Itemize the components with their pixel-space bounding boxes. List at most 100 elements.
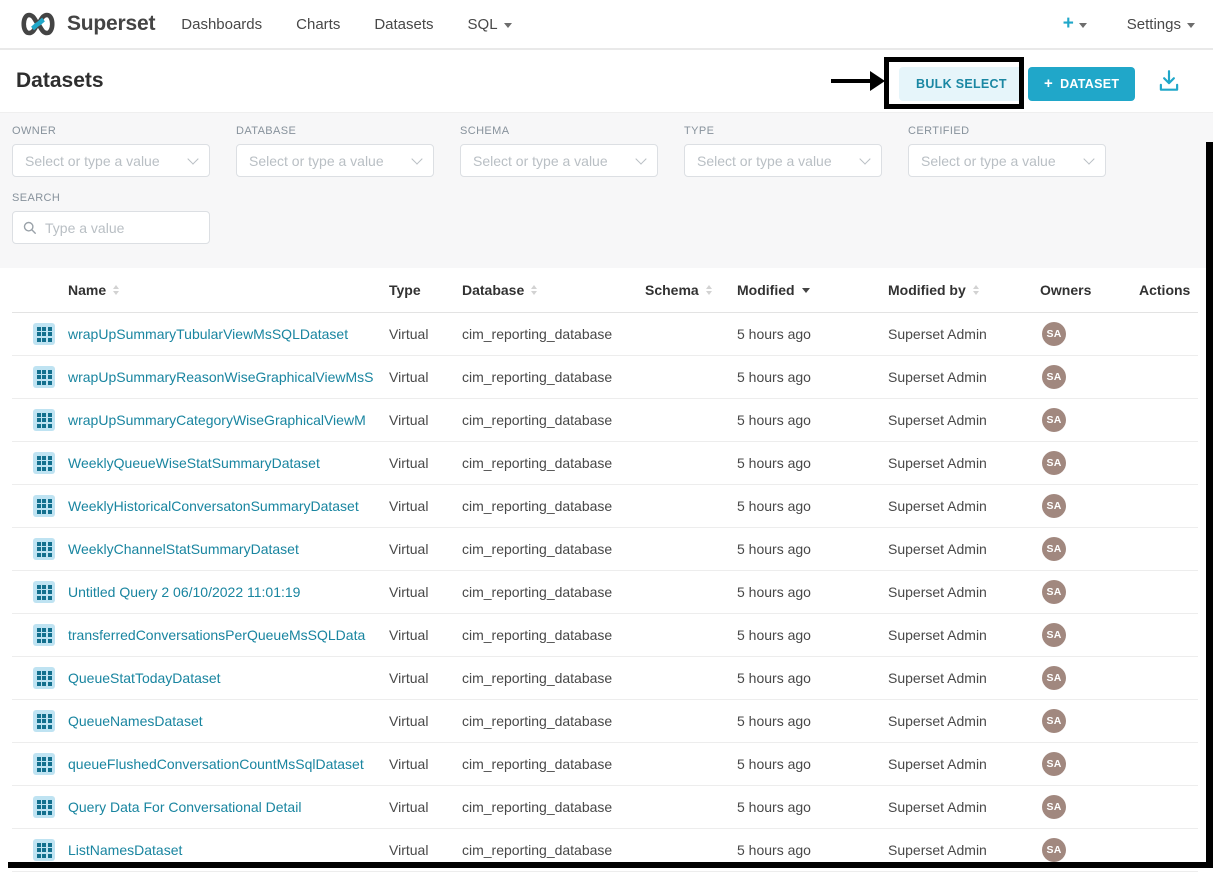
select-placeholder: Select or type a value: [473, 153, 608, 169]
dataset-name-link[interactable]: WeeklyHistoricalConversatonSummaryDatase…: [68, 498, 359, 514]
nav-item-charts[interactable]: Charts: [296, 16, 340, 33]
settings-menu[interactable]: Settings: [1127, 16, 1195, 33]
dataset-type-cell-icon: [12, 581, 68, 603]
top-navbar: Superset Dashboards Charts Datasets SQL …: [0, 0, 1213, 50]
dataset-name-cell: WeeklyChannelStatSummaryDataset: [68, 541, 389, 557]
dataset-database-cell: cim_reporting_database: [462, 799, 645, 815]
virtual-dataset-icon: [33, 753, 55, 775]
dataset-name-link[interactable]: ListNamesDataset: [68, 842, 182, 858]
filter-select[interactable]: Select or type a value: [236, 144, 434, 177]
column-header-name[interactable]: Name: [68, 282, 389, 298]
owner-avatar: SA: [1042, 838, 1066, 862]
nav-item-sql[interactable]: SQL: [468, 16, 512, 33]
dataset-owners-cell: SA: [1040, 408, 1139, 432]
filter-label: TYPE: [684, 125, 882, 137]
search-input[interactable]: [43, 219, 193, 237]
chevron-down-icon: [411, 153, 422, 164]
dataset-name-cell: wrapUpSummaryReasonWiseGraphicalViewMsS: [68, 369, 389, 385]
dataset-name-link[interactable]: WeeklyChannelStatSummaryDataset: [68, 541, 299, 557]
dataset-name-link[interactable]: Query Data For Conversational Detail: [68, 799, 301, 815]
dataset-owners-cell: SA: [1040, 365, 1139, 389]
dataset-type-cell-icon: [12, 796, 68, 818]
column-header-schema[interactable]: Schema: [645, 282, 737, 298]
dataset-modified-by-cell: Superset Admin: [888, 326, 1040, 342]
nav-item-datasets[interactable]: Datasets: [374, 16, 433, 33]
dataset-modified-cell: 5 hours ago: [737, 369, 888, 385]
filter-row: OWNER Select or type a value DATABASE Se…: [12, 125, 1201, 177]
filter-owner: OWNER Select or type a value: [12, 125, 210, 177]
filter-select[interactable]: Select or type a value: [684, 144, 882, 177]
dataset-type-cell-icon: [12, 624, 68, 646]
column-header-owners: Owners: [1040, 282, 1139, 298]
chevron-down-icon: [1187, 23, 1195, 28]
column-header-modified-by[interactable]: Modified by: [888, 282, 1040, 298]
dataset-modified-cell: 5 hours ago: [737, 627, 888, 643]
nav-right: + Settings: [1063, 13, 1195, 35]
filter-database: DATABASE Select or type a value: [236, 125, 434, 177]
dataset-type-cell: Virtual: [389, 713, 462, 729]
chevron-down-icon: [859, 153, 870, 164]
owner-avatar: SA: [1042, 451, 1066, 475]
dataset-database-cell: cim_reporting_database: [462, 713, 645, 729]
add-dataset-button[interactable]: + DATASET: [1028, 67, 1135, 101]
bulk-select-button[interactable]: BULK SELECT: [899, 67, 1024, 101]
dataset-name-cell: wrapUpSummaryTubularViewMsSQLDataset: [68, 326, 389, 342]
dataset-modified-by-cell: Superset Admin: [888, 412, 1040, 428]
dataset-modified-by-cell: Superset Admin: [888, 455, 1040, 471]
dataset-name-link[interactable]: QueueNamesDataset: [68, 713, 203, 729]
column-header-actions: Actions: [1139, 282, 1198, 298]
owner-avatar: SA: [1042, 623, 1066, 647]
search-box: [12, 211, 210, 244]
filter-select[interactable]: Select or type a value: [12, 144, 210, 177]
filter-label: OWNER: [12, 125, 210, 137]
sort-icon: [802, 288, 810, 293]
nav-item-dashboards[interactable]: Dashboards: [181, 16, 262, 33]
filter-label: SCHEMA: [460, 125, 658, 137]
dataset-type-cell: Virtual: [389, 584, 462, 600]
column-header-modified[interactable]: Modified: [737, 282, 888, 298]
virtual-dataset-icon: [33, 452, 55, 474]
chevron-down-icon: [635, 153, 646, 164]
filter-select[interactable]: Select or type a value: [908, 144, 1106, 177]
dataset-name-link[interactable]: wrapUpSummaryTubularViewMsSQLDataset: [68, 326, 348, 342]
dataset-owners-cell: SA: [1040, 580, 1139, 604]
dataset-type-cell-icon: [12, 839, 68, 861]
dataset-type-cell-icon: [12, 710, 68, 732]
export-datasets-button[interactable]: [1156, 68, 1182, 97]
dataset-modified-cell: 5 hours ago: [737, 498, 888, 514]
owner-avatar: SA: [1042, 752, 1066, 776]
screenshot-bottom-edge-bar: [8, 862, 1213, 868]
dataset-type-cell-icon: [12, 323, 68, 345]
dataset-name-link[interactable]: wrapUpSummaryCategoryWiseGraphicalViewM: [68, 412, 366, 428]
filter-select[interactable]: Select or type a value: [460, 144, 658, 177]
dataset-owners-cell: SA: [1040, 709, 1139, 733]
sort-icon: [706, 285, 712, 295]
chevron-down-icon: [504, 23, 512, 28]
dataset-modified-by-cell: Superset Admin: [888, 713, 1040, 729]
dataset-name-link[interactable]: WeeklyQueueWiseStatSummaryDataset: [68, 455, 320, 471]
dataset-database-cell: cim_reporting_database: [462, 627, 645, 643]
dataset-name-link[interactable]: Untitled Query 2 06/10/2022 11:01:19: [68, 584, 300, 600]
dataset-modified-by-cell: Superset Admin: [888, 842, 1040, 858]
dataset-name-link[interactable]: QueueStatTodayDataset: [68, 670, 221, 686]
column-header-database[interactable]: Database: [462, 282, 645, 298]
owner-avatar: SA: [1042, 537, 1066, 561]
column-header-type: Type: [389, 282, 462, 298]
table-row: QueueStatTodayDataset Virtual cim_report…: [12, 657, 1198, 700]
brand-name: Superset: [67, 12, 155, 36]
dataset-owners-cell: SA: [1040, 752, 1139, 776]
dataset-type-cell: Virtual: [389, 799, 462, 815]
dataset-name-cell: QueueStatTodayDataset: [68, 670, 389, 686]
new-item-button[interactable]: +: [1063, 13, 1087, 35]
dataset-name-link[interactable]: queueFlushedConversationCountMsSqlDatase…: [68, 756, 364, 772]
dataset-name-link[interactable]: transferredConversationsPerQueueMsSQLDat…: [68, 627, 365, 643]
superset-logo[interactable]: Superset: [18, 11, 155, 37]
virtual-dataset-icon: [33, 710, 55, 732]
dataset-owners-cell: SA: [1040, 451, 1139, 475]
filter-label: CERTIFIED: [908, 125, 1106, 137]
dataset-name-cell: WeeklyQueueWiseStatSummaryDataset: [68, 455, 389, 471]
select-placeholder: Select or type a value: [249, 153, 384, 169]
annotation-arrow-head: [870, 71, 885, 91]
dataset-name-link[interactable]: wrapUpSummaryReasonWiseGraphicalViewMsS: [68, 369, 374, 385]
virtual-dataset-icon: [33, 796, 55, 818]
